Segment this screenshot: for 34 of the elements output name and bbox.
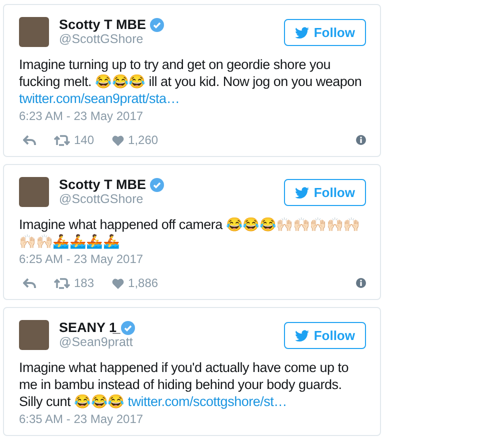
reply-icon[interactable] bbox=[23, 134, 36, 146]
heart-icon[interactable] bbox=[112, 134, 124, 146]
avatar-photo-placeholder bbox=[19, 17, 49, 47]
like-count: 1,886 bbox=[128, 276, 158, 290]
tweet-timestamp[interactable]: 6:35 AM - 23 May 2017 bbox=[19, 412, 366, 426]
bird-icon bbox=[294, 330, 309, 342]
retweet-icon[interactable] bbox=[54, 278, 70, 288]
tweet-link[interactable]: twitter.com/scottgshore/st… bbox=[128, 394, 287, 409]
author-name: Scotty T MBE bbox=[59, 17, 146, 32]
author-handle: @ScottGShore bbox=[59, 32, 144, 46]
author-name: Scotty T MBE bbox=[59, 177, 146, 192]
retweet-count: 183 bbox=[74, 276, 94, 290]
retweet-count: 140 bbox=[74, 133, 94, 147]
tweet-timestamp[interactable]: 6:23 AM - 23 May 2017 bbox=[19, 109, 366, 123]
info-icon[interactable] bbox=[356, 135, 366, 145]
follow-button[interactable]: Follow bbox=[284, 19, 366, 46]
bird-icon bbox=[294, 186, 309, 198]
author-handle: @ScottGShore bbox=[59, 192, 144, 206]
avatar-photo-placeholder bbox=[19, 177, 49, 207]
tweet-text: Imagine what happened if you'd actually have come up to me in bambu instead of hiding behind your body guards. Silly cunt 😂😂😂 twitter.com/scottgshore/st… bbox=[19, 359, 350, 410]
tweet-link[interactable]: twitter.com/sean9pratt/sta… bbox=[19, 91, 180, 106]
follow-button[interactable]: Follow bbox=[284, 179, 366, 206]
heart-icon[interactable] bbox=[112, 278, 124, 288]
tweet-text: Imagine what happened off camera 😂😂😂🙌🏻🙌🏻🙌🏻🙌🏻🙌🏻🙌🏻🙌🏻🚣🚣🚣🚣 bbox=[19, 216, 361, 250]
follow-button[interactable]: Follow bbox=[284, 322, 366, 349]
avatar-photo-placeholder bbox=[19, 320, 49, 350]
reply-icon[interactable] bbox=[23, 278, 36, 288]
info-icon[interactable] bbox=[356, 278, 366, 288]
tweet-text: Imagine turning up to try and get on geordie shore you fucking melt. 😂😂😂 ill at you kid. Now jog on you weapon twitter.com/sean9pratt/sta… bbox=[19, 56, 363, 107]
bird-icon bbox=[294, 26, 309, 38]
author-handle: @Sean9pratt bbox=[59, 335, 134, 349]
retweet-icon[interactable] bbox=[54, 134, 70, 146]
like-count: 1,260 bbox=[128, 133, 158, 147]
tweet-timestamp[interactable]: 6:25 AM - 23 May 2017 bbox=[19, 252, 366, 266]
